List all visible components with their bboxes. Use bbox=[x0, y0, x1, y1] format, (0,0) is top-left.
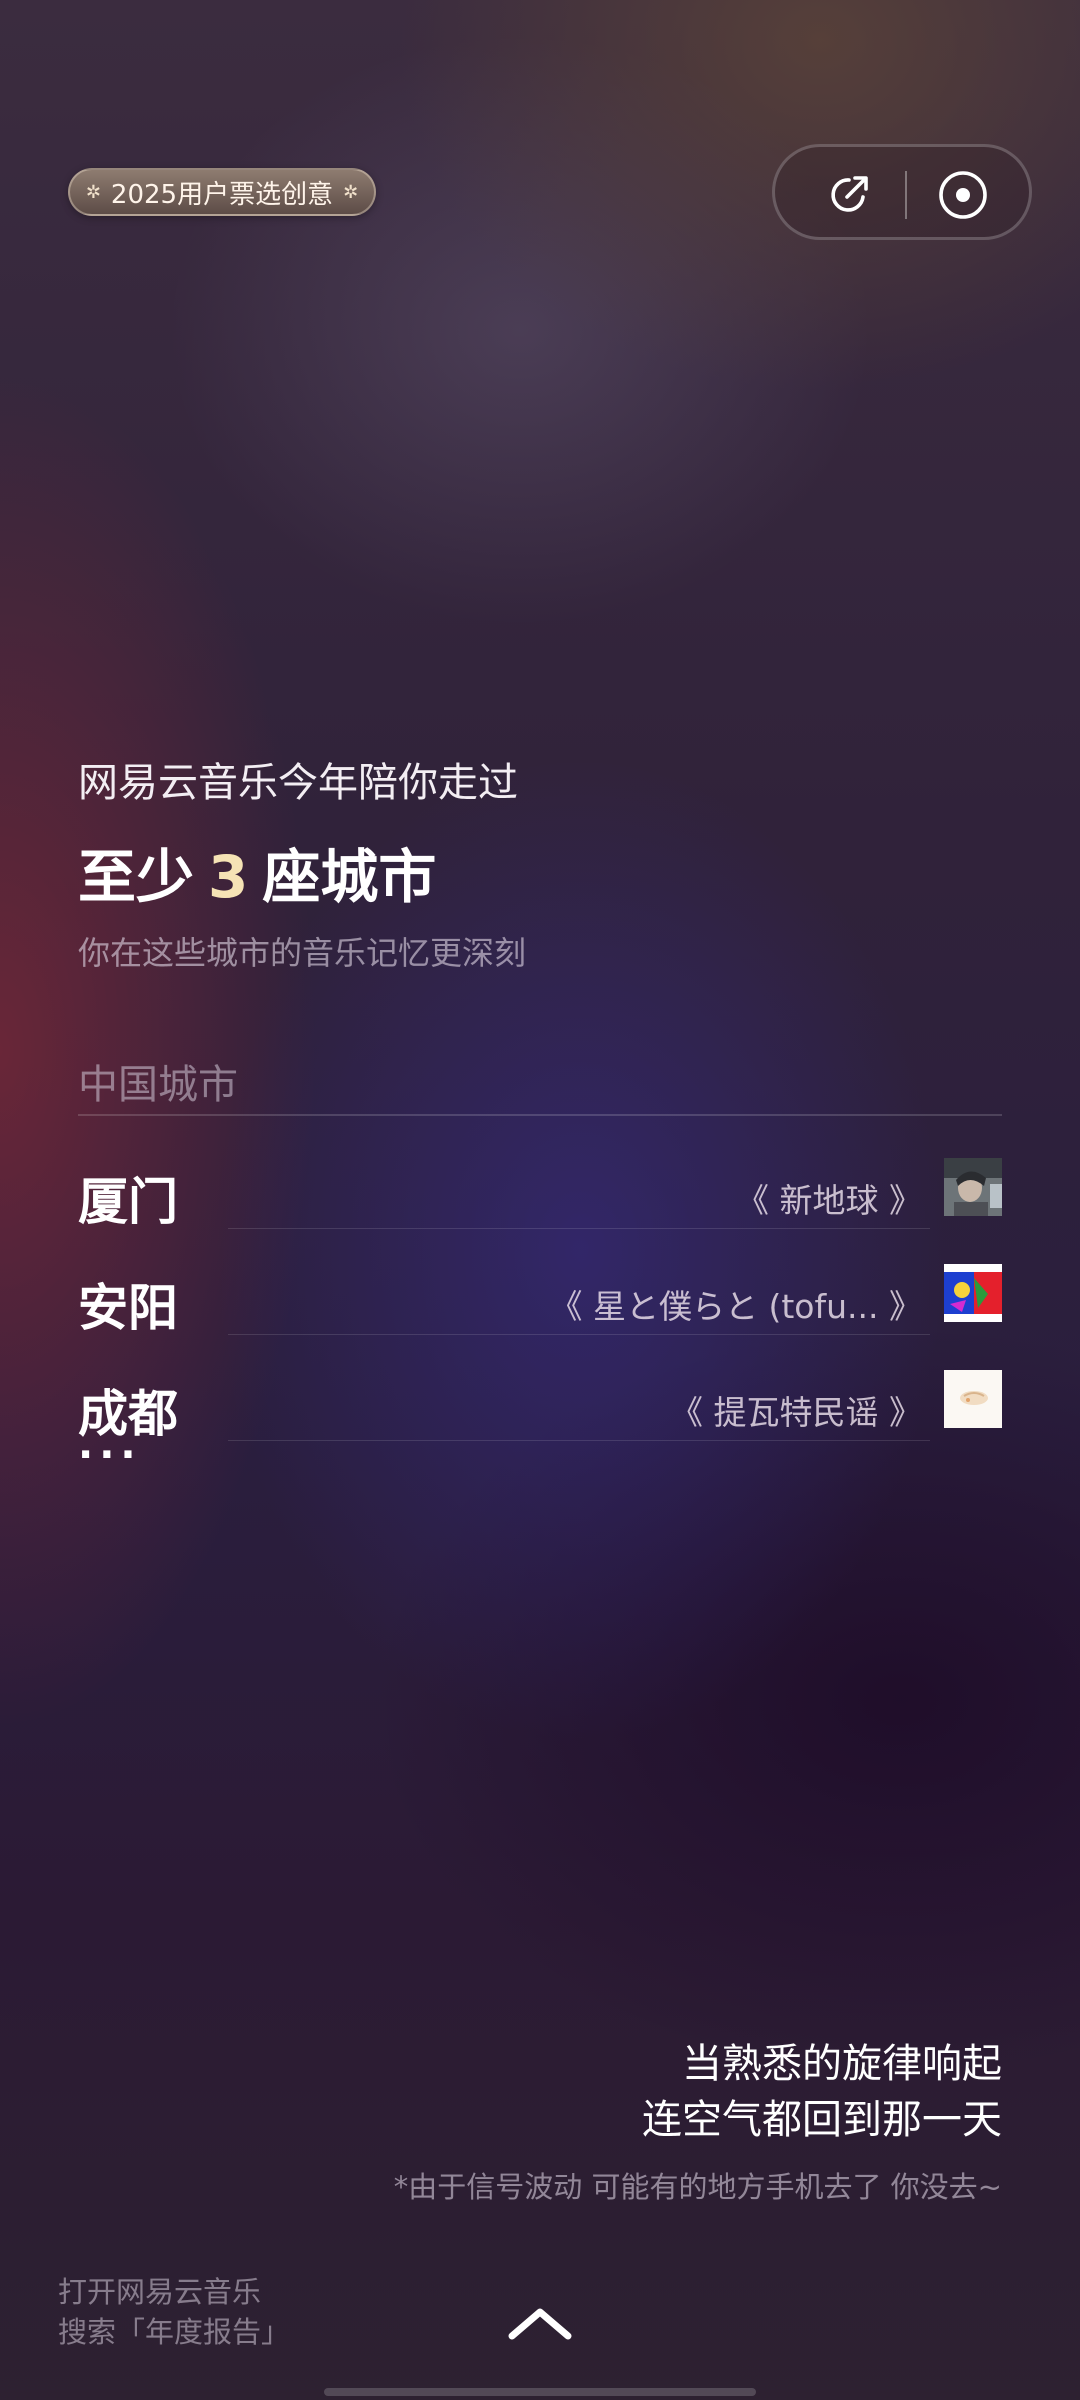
song-title: 《 新地球 》 bbox=[736, 1181, 922, 1220]
headline-suffix: 座城市 bbox=[262, 843, 437, 911]
song-title: 《 星と僕らと (tofu... 》 bbox=[549, 1287, 922, 1326]
city-count-headline: 至少 3 座城市 bbox=[78, 830, 436, 914]
top-action-capsule bbox=[772, 144, 1032, 240]
city-name: 厦门 bbox=[78, 1173, 178, 1231]
sparkle-icon: ✲ bbox=[85, 181, 101, 203]
record-icon bbox=[939, 171, 987, 219]
badge-label: 2025用户票选创意 bbox=[110, 179, 334, 210]
open-app-line-1: 打开网易云音乐 bbox=[58, 2275, 262, 2309]
sparkle-icon: ✲ bbox=[343, 181, 359, 203]
city-count: 3 bbox=[208, 843, 249, 911]
open-app-line-2: 搜索「年度报告」 bbox=[58, 2315, 291, 2349]
share-button[interactable] bbox=[821, 167, 877, 223]
tagline-line-1: 当熟悉的旋律响起 bbox=[682, 2041, 1002, 2087]
song-title: 《 提瓦特民谣 》 bbox=[670, 1393, 922, 1432]
city-row: 厦门 《 新地球 》 bbox=[78, 1158, 1002, 1231]
city-row: 安阳 《 星と僕らと (tofu... 》 bbox=[78, 1264, 1002, 1337]
record-button[interactable] bbox=[935, 167, 991, 223]
chevron-up-icon bbox=[508, 2308, 572, 2340]
disclaimer: *由于信号波动 可能有的地方手机去了 你没去~ bbox=[393, 2170, 1002, 2204]
row-divider bbox=[228, 1440, 930, 1441]
open-app-hint: 打开网易云音乐 搜索「年度报告」 bbox=[58, 2272, 290, 2352]
album-cover bbox=[944, 1370, 1002, 1428]
capsule-divider bbox=[905, 171, 907, 219]
album-cover bbox=[944, 1158, 1002, 1216]
user-vote-badge: ✲ 2025用户票选创意 ✲ bbox=[68, 168, 376, 216]
row-divider bbox=[228, 1334, 930, 1335]
section-title-china-cities: 中国城市 bbox=[78, 1062, 238, 1108]
city-name: 安阳 bbox=[78, 1279, 178, 1337]
row-divider bbox=[228, 1228, 930, 1229]
subtitle: 你在这些城市的音乐记忆更深刻 bbox=[78, 934, 527, 972]
headline-prefix: 至少 bbox=[78, 843, 195, 911]
more-cities-ellipsis: ··· bbox=[78, 1432, 142, 1478]
home-indicator[interactable] bbox=[324, 2388, 756, 2396]
intro-text: 网易云音乐今年陪你走过 bbox=[78, 760, 518, 806]
section-divider bbox=[78, 1114, 1002, 1116]
album-cover bbox=[944, 1264, 1002, 1322]
tagline: 当熟悉的旋律响起 连空气都回到那一天 bbox=[642, 2036, 1002, 2148]
share-icon bbox=[831, 176, 868, 212]
swipe-up-button[interactable] bbox=[500, 2300, 580, 2348]
city-row: 成都 《 提瓦特民谣 》 bbox=[78, 1370, 1002, 1443]
tagline-line-2: 连空气都回到那一天 bbox=[642, 2097, 1002, 2143]
